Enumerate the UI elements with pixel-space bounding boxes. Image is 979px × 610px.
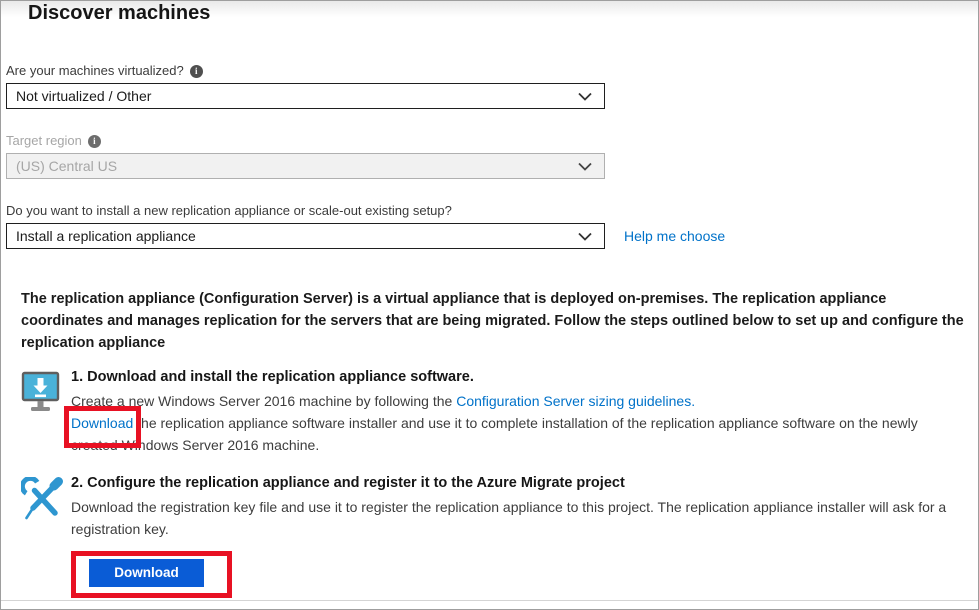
download-link-wrap: Download [71,412,133,434]
help-me-choose-link[interactable]: Help me choose [624,228,725,244]
appliance-label: Do you want to install a new replication… [6,203,978,219]
target-region-dropdown: (US) Central US [6,153,605,179]
virtualized-dropdown-value: Not virtualized / Other [16,88,151,104]
download-button-row: Download [89,559,204,587]
step-2-text: Download the registration key file and u… [71,496,952,540]
appliance-label-text: Do you want to install a new replication… [6,203,452,219]
appliance-dropdown[interactable]: Install a replication appliance [6,223,605,249]
info-icon[interactable]: i [88,135,101,148]
virtualized-dropdown[interactable]: Not virtualized / Other [6,83,605,109]
form-area: Are your machines virtualized? i Not vir… [6,63,978,249]
step-2-icon-col [21,473,71,587]
step-1-body: 1. Download and install the replication … [71,367,978,456]
download-key-button[interactable]: Download [89,559,204,587]
step-1-line-1: Create a new Windows Server 2016 machine… [71,390,952,412]
info-icon[interactable]: i [190,65,203,78]
download-installer-link[interactable]: Download [71,415,133,431]
step-1-line-2: Download the replication appliance softw… [71,412,952,456]
target-region-label-text: Target region [6,133,82,149]
field-target-region: Target region i (US) Central US [6,133,978,179]
step-2-heading: 2. Configure the replication appliance a… [71,473,952,493]
step-2-configure-register: 2. Configure the replication appliance a… [21,473,978,587]
step-2-body: 2. Configure the replication appliance a… [71,473,978,587]
monitor-download-icon [21,371,61,417]
target-region-label: Target region i [6,133,978,149]
chevron-down-icon [578,232,592,241]
chevron-down-icon [578,162,592,171]
virtualized-label: Are your machines virtualized? i [6,63,978,79]
step-1-line-2-text: the replication appliance software insta… [71,415,918,453]
virtualized-label-text: Are your machines virtualized? [6,63,184,79]
tools-icon [21,477,63,523]
step-1-icon-col [21,367,71,456]
page-title: Discover machines [28,1,978,24]
appliance-dropdown-value: Install a replication appliance [16,228,196,244]
step-1-heading: 1. Download and install the replication … [71,367,952,387]
step-1-download-install: 1. Download and install the replication … [21,367,978,456]
field-virtualized: Are your machines virtualized? i Not vir… [6,63,978,109]
chevron-down-icon [578,92,592,101]
sizing-guidelines-link[interactable]: Configuration Server sizing guidelines. [456,393,695,409]
intro-paragraph: The replication appliance (Configuration… [21,288,966,354]
target-region-dropdown-value: (US) Central US [16,158,117,174]
discover-machines-blade: Discover machines Are your machines virt… [0,0,979,610]
step-1-line-1-text: Create a new Windows Server 2016 machine… [71,393,456,409]
field-appliance: Do you want to install a new replication… [6,203,978,249]
